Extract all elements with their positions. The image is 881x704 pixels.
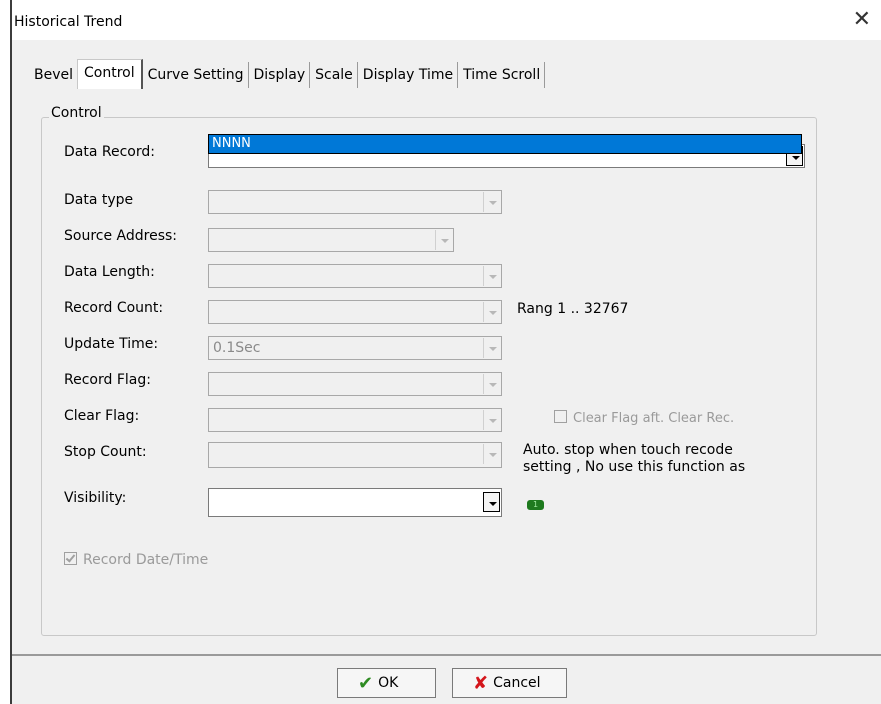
chevron-down-icon[interactable] <box>483 492 500 512</box>
ok-label: OK <box>378 675 399 691</box>
data-type-combo[interactable] <box>208 190 502 214</box>
visibility-label: Visibility: <box>64 490 127 506</box>
chevron-down-icon <box>483 338 500 358</box>
groupbox-title: Control <box>49 105 104 121</box>
tab-display[interactable]: Display <box>249 62 311 88</box>
chevron-down-icon <box>483 266 500 286</box>
stop-count-note-line1: Auto. stop when touch recode <box>523 442 733 458</box>
record-datetime-checkbox[interactable]: Record Date/Time <box>64 552 208 568</box>
dialog-client: Bevel Control Curve Setting Display Scal… <box>12 40 881 704</box>
tab-time-scroll[interactable]: Time Scroll <box>458 62 546 88</box>
record-datetime-label: Record Date/Time <box>83 552 209 568</box>
source-address-label: Source Address: <box>64 228 178 244</box>
chevron-down-icon <box>483 374 500 394</box>
stop-count-note-line2: setting , No use this function as <box>523 459 746 475</box>
ok-button[interactable]: ✔ OK <box>337 668 436 698</box>
data-type-label: Data type <box>64 192 134 208</box>
footer-divider <box>12 654 881 656</box>
tab-display-time[interactable]: Display Time <box>358 62 459 88</box>
stop-count-combo[interactable] <box>208 442 502 468</box>
data-record-label: Data Record: <box>64 144 155 160</box>
update-time-value: 0.1Sec <box>213 340 261 356</box>
data-length-label: Data Length: <box>64 264 155 280</box>
update-time-label: Update Time: <box>64 336 159 352</box>
tab-curve-setting[interactable]: Curve Setting <box>143 62 249 88</box>
checkbox-icon <box>554 410 567 423</box>
tab-bevel[interactable]: Bevel <box>34 62 77 88</box>
clear-flag-after-clear-label: Clear Flag aft. Clear Rec. <box>573 411 735 426</box>
clear-flag-combo[interactable] <box>208 408 502 432</box>
chevron-down-icon <box>483 302 500 322</box>
cross-icon: ✘ <box>473 673 489 694</box>
chevron-down-icon <box>483 410 500 430</box>
dropdown-item-nnnn[interactable]: NNNN <box>212 135 251 153</box>
record-count-label: Record Count: <box>64 300 164 316</box>
stop-count-note: Auto. stop when touch recode setting , N… <box>523 442 745 476</box>
tab-control[interactable]: Control <box>77 59 143 89</box>
data-record-dropdown-list: NNNN <box>208 134 802 154</box>
update-time-combo[interactable]: 0.1Sec <box>208 336 502 360</box>
record-flag-label: Record Flag: <box>64 372 151 388</box>
stop-count-label: Stop Count: <box>64 444 147 460</box>
visibility-bit-icon[interactable]: 1 <box>527 500 544 510</box>
source-address-combo[interactable] <box>208 228 454 252</box>
chevron-down-icon <box>483 192 500 212</box>
cancel-button[interactable]: ✘ Cancel <box>452 668 567 698</box>
checkmark-icon: ✔ <box>358 673 374 694</box>
data-length-combo[interactable] <box>208 264 502 288</box>
clear-flag-label: Clear Flag: <box>64 408 140 424</box>
window-outer-edge <box>0 0 10 704</box>
record-count-combo[interactable] <box>208 300 502 324</box>
chevron-down-icon <box>435 230 452 250</box>
visibility-combo[interactable] <box>208 488 502 517</box>
tab-scale[interactable]: Scale <box>310 62 358 88</box>
clear-flag-after-clear-checkbox[interactable]: Clear Flag aft. Clear Rec. <box>554 410 734 426</box>
close-icon[interactable]: ✕ <box>853 8 871 32</box>
record-count-range-note: Rang 1 .. 32767 <box>517 301 629 317</box>
window-title: Historical Trend <box>14 14 123 30</box>
chevron-down-icon <box>483 444 500 464</box>
record-flag-combo[interactable] <box>208 372 502 396</box>
tab-strip: Bevel Control Curve Setting Display Scal… <box>34 59 546 89</box>
checkbox-checked-icon <box>64 552 77 565</box>
cancel-label: Cancel <box>493 675 541 691</box>
